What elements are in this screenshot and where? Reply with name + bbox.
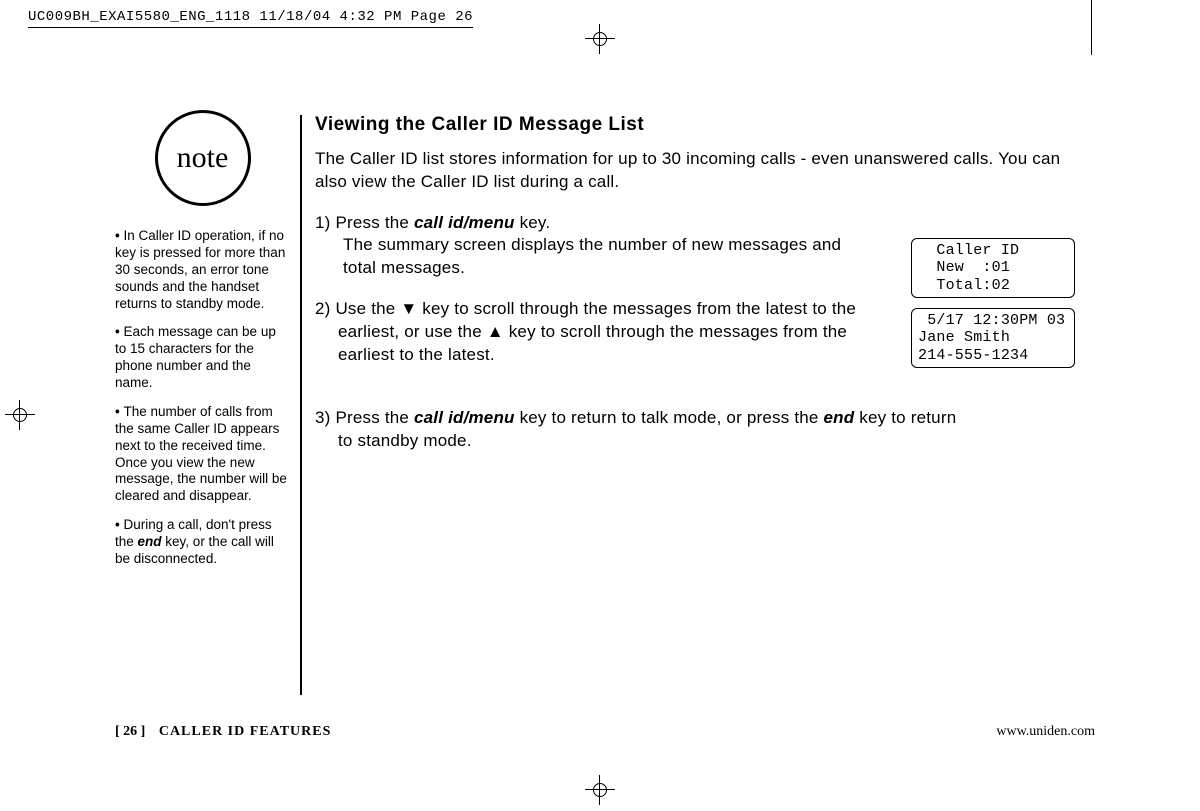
note-bullet: In Caller ID operation, if no key is pre… — [115, 228, 290, 312]
sidebar: note In Caller ID operation, if no key i… — [115, 110, 290, 580]
step1-prefix: 1) Press the — [315, 213, 414, 232]
note-bullets: In Caller ID operation, if no key is pre… — [115, 228, 290, 568]
page-content: note In Caller ID operation, if no key i… — [115, 100, 1095, 740]
call-id-menu-key: call id/menu — [414, 213, 515, 232]
registration-mark-left — [5, 400, 35, 430]
step1-body: The summary screen displays the number o… — [315, 234, 855, 280]
note-icon: note — [155, 110, 251, 206]
page-footer: [ 26 ] CALLER ID FEATURES www.uniden.com — [115, 722, 1095, 740]
vertical-divider — [300, 115, 302, 695]
step2: 2) Use the ▼ key to scroll through the m… — [315, 298, 878, 367]
note-bullet: During a call, don't press the end key, … — [115, 517, 290, 568]
prepress-header: UC009BH_EXAI5580_ENG_1118 11/18/04 4:32 … — [28, 9, 473, 28]
step1-suffix: key. — [515, 213, 551, 232]
section-heading: Viewing the Caller ID Message List — [315, 112, 1075, 138]
footer-url: www.uniden.com — [996, 724, 1095, 740]
lcd-screen-message: 5/17 12:30PM 03 Jane Smith 214-555-1234 — [911, 308, 1075, 368]
registration-mark-bottom — [585, 775, 615, 805]
step3: 3) Press the call id/menu key to return … — [315, 407, 958, 453]
step3-a: 3) Press the — [315, 408, 414, 427]
end-key: end — [824, 408, 855, 427]
page-number: [ 26 ] — [115, 724, 145, 739]
note-bullet: The number of calls from the same Caller… — [115, 404, 290, 505]
note-bullet: Each message can be up to 15 characters … — [115, 324, 290, 392]
main-content: Viewing the Caller ID Message List The C… — [315, 112, 1075, 453]
step3-b: key to return to talk mode, or press the — [515, 408, 824, 427]
call-id-menu-key-2: call id/menu — [414, 408, 515, 427]
lcd-screen-summary: Caller ID New :01 Total:02 — [911, 238, 1075, 298]
intro-paragraph: The Caller ID list stores information fo… — [315, 148, 1075, 194]
section-label: CALLER ID FEATURES — [159, 724, 332, 739]
crop-mark-right — [1091, 0, 1092, 55]
registration-mark-top — [585, 24, 615, 54]
